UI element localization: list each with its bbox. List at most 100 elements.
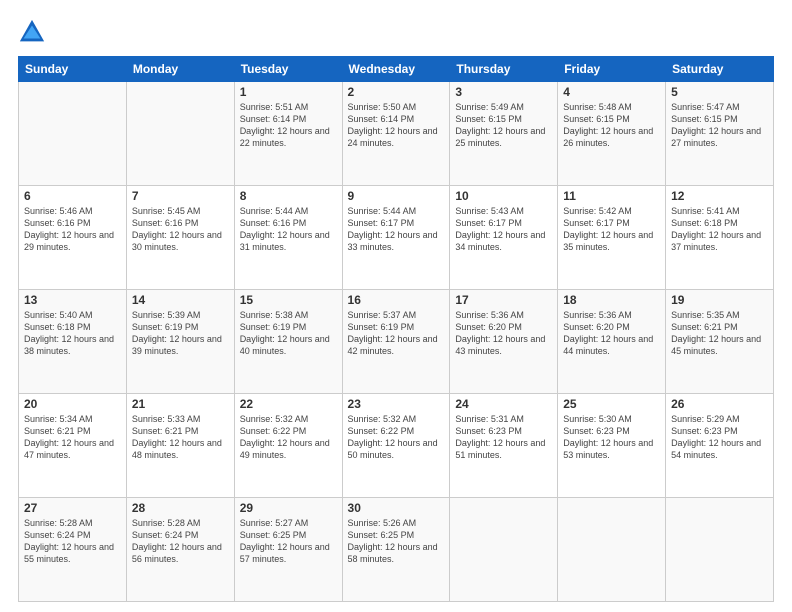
week-row-3: 13 Sunrise: 5:40 AMSunset: 6:18 PMDayligh…: [19, 290, 774, 394]
calendar-cell: 4 Sunrise: 5:48 AMSunset: 6:15 PMDaylight…: [558, 82, 666, 186]
day-info: Sunrise: 5:40 AMSunset: 6:18 PMDaylight:…: [24, 309, 121, 358]
calendar-cell: 11 Sunrise: 5:42 AMSunset: 6:17 PMDayligh…: [558, 186, 666, 290]
day-number: 28: [132, 501, 229, 515]
calendar-cell: 10 Sunrise: 5:43 AMSunset: 6:17 PMDayligh…: [450, 186, 558, 290]
day-info: Sunrise: 5:34 AMSunset: 6:21 PMDaylight:…: [24, 413, 121, 462]
day-number: 23: [348, 397, 445, 411]
calendar-cell: 1 Sunrise: 5:51 AMSunset: 6:14 PMDaylight…: [234, 82, 342, 186]
calendar-cell: [558, 498, 666, 602]
header: [18, 18, 774, 46]
day-number: 13: [24, 293, 121, 307]
week-row-4: 20 Sunrise: 5:34 AMSunset: 6:21 PMDayligh…: [19, 394, 774, 498]
calendar-cell: 16 Sunrise: 5:37 AMSunset: 6:19 PMDayligh…: [342, 290, 450, 394]
day-number: 9: [348, 189, 445, 203]
day-number: 4: [563, 85, 660, 99]
calendar-cell: 20 Sunrise: 5:34 AMSunset: 6:21 PMDayligh…: [19, 394, 127, 498]
day-info: Sunrise: 5:51 AMSunset: 6:14 PMDaylight:…: [240, 101, 337, 150]
weekday-header-tuesday: Tuesday: [234, 57, 342, 82]
calendar-cell: 14 Sunrise: 5:39 AMSunset: 6:19 PMDayligh…: [126, 290, 234, 394]
day-info: Sunrise: 5:28 AMSunset: 6:24 PMDaylight:…: [132, 517, 229, 566]
day-number: 30: [348, 501, 445, 515]
calendar-cell: 30 Sunrise: 5:26 AMSunset: 6:25 PMDayligh…: [342, 498, 450, 602]
calendar-cell: 23 Sunrise: 5:32 AMSunset: 6:22 PMDayligh…: [342, 394, 450, 498]
weekday-header-saturday: Saturday: [666, 57, 774, 82]
calendar-cell: [666, 498, 774, 602]
day-info: Sunrise: 5:41 AMSunset: 6:18 PMDaylight:…: [671, 205, 768, 254]
weekday-header-sunday: Sunday: [19, 57, 127, 82]
day-info: Sunrise: 5:32 AMSunset: 6:22 PMDaylight:…: [348, 413, 445, 462]
day-number: 21: [132, 397, 229, 411]
day-number: 15: [240, 293, 337, 307]
day-number: 18: [563, 293, 660, 307]
calendar-cell: 29 Sunrise: 5:27 AMSunset: 6:25 PMDayligh…: [234, 498, 342, 602]
logo: [18, 18, 50, 46]
day-info: Sunrise: 5:43 AMSunset: 6:17 PMDaylight:…: [455, 205, 552, 254]
day-number: 1: [240, 85, 337, 99]
calendar-cell: 18 Sunrise: 5:36 AMSunset: 6:20 PMDayligh…: [558, 290, 666, 394]
day-number: 11: [563, 189, 660, 203]
day-number: 20: [24, 397, 121, 411]
calendar-cell: 6 Sunrise: 5:46 AMSunset: 6:16 PMDaylight…: [19, 186, 127, 290]
calendar-cell: 2 Sunrise: 5:50 AMSunset: 6:14 PMDaylight…: [342, 82, 450, 186]
day-info: Sunrise: 5:36 AMSunset: 6:20 PMDaylight:…: [563, 309, 660, 358]
day-info: Sunrise: 5:49 AMSunset: 6:15 PMDaylight:…: [455, 101, 552, 150]
day-number: 5: [671, 85, 768, 99]
calendar-cell: 7Sunrise: 5:45 AMSunset: 6:16 PMDaylight…: [126, 186, 234, 290]
logo-icon: [18, 18, 46, 46]
day-info: Sunrise: 5:42 AMSunset: 6:17 PMDaylight:…: [563, 205, 660, 254]
weekday-header-thursday: Thursday: [450, 57, 558, 82]
day-number: 22: [240, 397, 337, 411]
day-info: Sunrise: 5:47 AMSunset: 6:15 PMDaylight:…: [671, 101, 768, 150]
day-number: 19: [671, 293, 768, 307]
calendar-cell: 8 Sunrise: 5:44 AMSunset: 6:16 PMDaylight…: [234, 186, 342, 290]
day-number: 25: [563, 397, 660, 411]
calendar-cell: 28 Sunrise: 5:28 AMSunset: 6:24 PMDayligh…: [126, 498, 234, 602]
day-info: Sunrise: 5:48 AMSunset: 6:15 PMDaylight:…: [563, 101, 660, 150]
weekday-header-friday: Friday: [558, 57, 666, 82]
calendar-cell: 3Sunrise: 5:49 AMSunset: 6:15 PMDaylight…: [450, 82, 558, 186]
calendar-cell: 22 Sunrise: 5:32 AMSunset: 6:22 PMDayligh…: [234, 394, 342, 498]
day-info: Sunrise: 5:27 AMSunset: 6:25 PMDaylight:…: [240, 517, 337, 566]
day-number: 12: [671, 189, 768, 203]
weekday-header-monday: Monday: [126, 57, 234, 82]
day-number: 2: [348, 85, 445, 99]
weekday-header-wednesday: Wednesday: [342, 57, 450, 82]
day-info: Sunrise: 5:26 AMSunset: 6:25 PMDaylight:…: [348, 517, 445, 566]
calendar-cell: 19 Sunrise: 5:35 AMSunset: 6:21 PMDayligh…: [666, 290, 774, 394]
day-number: 10: [455, 189, 552, 203]
calendar-cell: [19, 82, 127, 186]
calendar-table: SundayMondayTuesdayWednesdayThursdayFrid…: [18, 56, 774, 602]
calendar-cell: 25Sunrise: 5:30 AMSunset: 6:23 PMDayligh…: [558, 394, 666, 498]
weekday-header-row: SundayMondayTuesdayWednesdayThursdayFrid…: [19, 57, 774, 82]
day-info: Sunrise: 5:37 AMSunset: 6:19 PMDaylight:…: [348, 309, 445, 358]
day-number: 29: [240, 501, 337, 515]
calendar-cell: 15 Sunrise: 5:38 AMSunset: 6:19 PMDayligh…: [234, 290, 342, 394]
page: SundayMondayTuesdayWednesdayThursdayFrid…: [0, 0, 792, 612]
day-info: Sunrise: 5:39 AMSunset: 6:19 PMDaylight:…: [132, 309, 229, 358]
day-number: 8: [240, 189, 337, 203]
day-info: Sunrise: 5:44 AMSunset: 6:16 PMDaylight:…: [240, 205, 337, 254]
day-info: Sunrise: 5:32 AMSunset: 6:22 PMDaylight:…: [240, 413, 337, 462]
day-number: 26: [671, 397, 768, 411]
calendar-cell: 24 Sunrise: 5:31 AMSunset: 6:23 PMDayligh…: [450, 394, 558, 498]
day-number: 24: [455, 397, 552, 411]
week-row-5: 27 Sunrise: 5:28 AMSunset: 6:24 PMDayligh…: [19, 498, 774, 602]
calendar-cell: [450, 498, 558, 602]
calendar-cell: 5 Sunrise: 5:47 AMSunset: 6:15 PMDaylight…: [666, 82, 774, 186]
calendar-cell: 21Sunrise: 5:33 AMSunset: 6:21 PMDayligh…: [126, 394, 234, 498]
day-info: Sunrise: 5:50 AMSunset: 6:14 PMDaylight:…: [348, 101, 445, 150]
day-number: 16: [348, 293, 445, 307]
day-number: 14: [132, 293, 229, 307]
calendar-cell: 27Sunrise: 5:28 AMSunset: 6:24 PMDayligh…: [19, 498, 127, 602]
calendar-cell: 9Sunrise: 5:44 AMSunset: 6:17 PMDaylight…: [342, 186, 450, 290]
day-number: 17: [455, 293, 552, 307]
day-info: Sunrise: 5:31 AMSunset: 6:23 PMDaylight:…: [455, 413, 552, 462]
week-row-2: 6 Sunrise: 5:46 AMSunset: 6:16 PMDaylight…: [19, 186, 774, 290]
day-info: Sunrise: 5:46 AMSunset: 6:16 PMDaylight:…: [24, 205, 121, 254]
week-row-1: 1 Sunrise: 5:51 AMSunset: 6:14 PMDaylight…: [19, 82, 774, 186]
day-info: Sunrise: 5:35 AMSunset: 6:21 PMDaylight:…: [671, 309, 768, 358]
day-info: Sunrise: 5:38 AMSunset: 6:19 PMDaylight:…: [240, 309, 337, 358]
day-number: 6: [24, 189, 121, 203]
day-number: 27: [24, 501, 121, 515]
day-info: Sunrise: 5:36 AMSunset: 6:20 PMDaylight:…: [455, 309, 552, 358]
